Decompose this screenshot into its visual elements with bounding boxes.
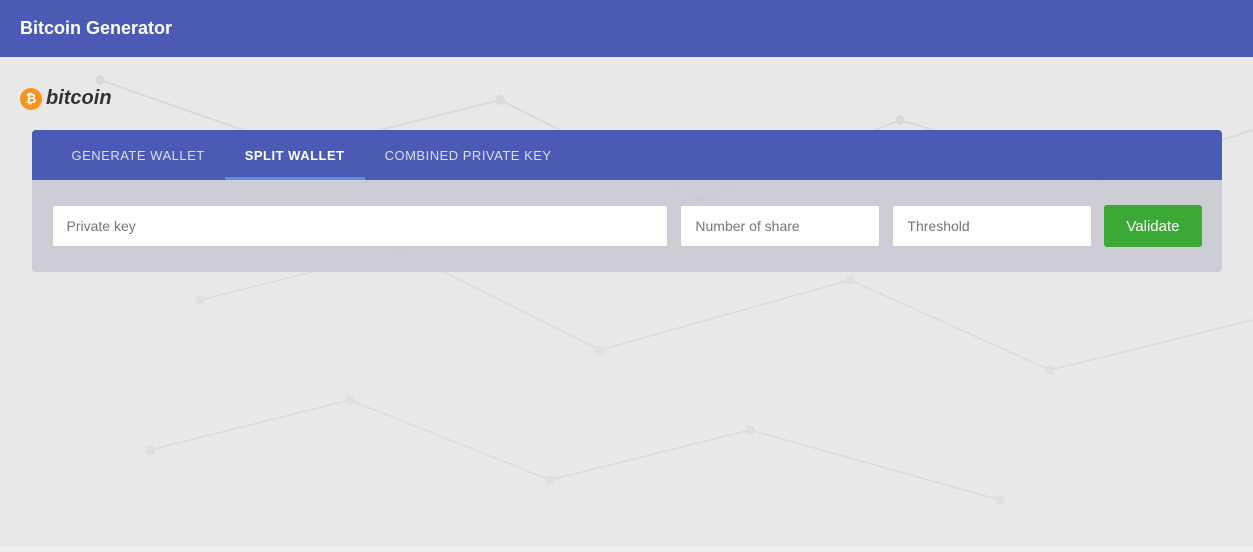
app-title: Bitcoin Generator — [20, 18, 172, 39]
bitcoin-logo: ₿ bitcoin — [15, 87, 1238, 110]
bitcoin-logo-text: bitcoin — [46, 87, 112, 110]
main-content: ₿ bitcoin GENERATE WALLET SPLIT WALLET C… — [0, 57, 1253, 302]
validate-button[interactable]: Validate — [1104, 205, 1201, 247]
bitcoin-icon: ₿ — [20, 88, 42, 110]
form-area: Validate — [32, 180, 1222, 272]
main-panel: GENERATE WALLET SPLIT WALLET COMBINED PR… — [32, 130, 1222, 272]
tab-split-wallet[interactable]: SPLIT WALLET — [225, 130, 365, 180]
tab-combined-private-key[interactable]: COMBINED PRIVATE KEY — [365, 130, 572, 180]
private-key-input[interactable] — [52, 205, 669, 247]
app-header: Bitcoin Generator — [0, 0, 1253, 57]
tab-bar: GENERATE WALLET SPLIT WALLET COMBINED PR… — [32, 130, 1222, 180]
number-of-share-input[interactable] — [680, 205, 880, 247]
threshold-input[interactable] — [892, 205, 1092, 247]
tab-generate-wallet[interactable]: GENERATE WALLET — [52, 130, 225, 180]
